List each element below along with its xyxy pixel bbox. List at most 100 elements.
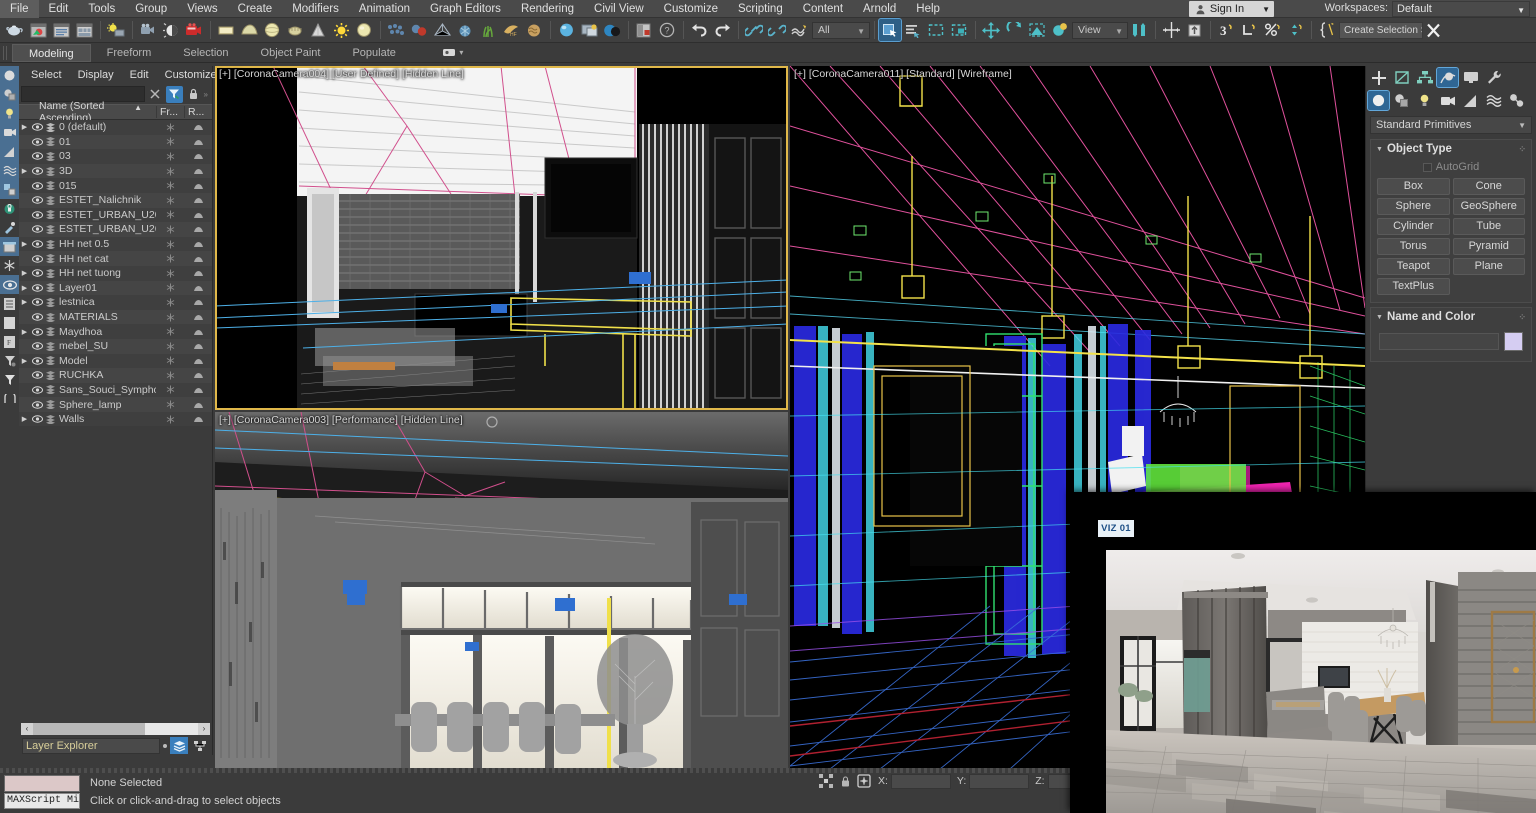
selection-lock-icon[interactable] bbox=[837, 773, 853, 789]
lock-icon[interactable] bbox=[185, 86, 202, 103]
y-coordinate-input[interactable] bbox=[969, 774, 1029, 789]
expand-triangle-icon[interactable]: ▶ bbox=[19, 284, 30, 292]
renderable-icon[interactable] bbox=[184, 211, 212, 219]
sign-in-button[interactable]: Sign In ▼ bbox=[1189, 1, 1274, 17]
window-crossing-icon[interactable] bbox=[948, 19, 970, 41]
more-options-icon[interactable]: » bbox=[204, 90, 210, 99]
scene-explorer-row[interactable]: ▶Model bbox=[19, 354, 212, 369]
container-icon[interactable] bbox=[0, 237, 19, 256]
visibility-eye-icon[interactable] bbox=[30, 211, 44, 219]
freeze-icon[interactable] bbox=[156, 225, 184, 234]
scene-explorer-row[interactable]: ▶lestnica bbox=[19, 295, 212, 310]
freeze-icon[interactable] bbox=[156, 327, 184, 336]
visibility-eye-icon[interactable] bbox=[30, 167, 44, 175]
teapot-small-icon[interactable] bbox=[284, 19, 306, 41]
object-type-header[interactable]: ▼ Object Type ⁘ bbox=[1371, 140, 1531, 158]
renderable-icon[interactable] bbox=[184, 284, 212, 292]
render-setup-icon[interactable] bbox=[27, 19, 49, 41]
freeze-icon[interactable] bbox=[156, 240, 184, 249]
scene-explorer-row[interactable]: Sans_Souci_Symphony bbox=[19, 383, 212, 398]
object-color-swatch[interactable] bbox=[1504, 332, 1523, 351]
hierarchy-tab[interactable] bbox=[1414, 68, 1435, 87]
render-frame-window[interactable]: VIZ 01 bbox=[1070, 492, 1536, 813]
name-and-color-header[interactable]: ▼ Name and Color ⁘ bbox=[1371, 308, 1531, 326]
freeze-icon[interactable] bbox=[156, 298, 184, 307]
spinner-snap-icon[interactable] bbox=[1284, 19, 1306, 41]
visibility-eye-icon[interactable] bbox=[30, 357, 44, 365]
expand-triangle-icon[interactable]: ▶ bbox=[19, 269, 30, 277]
menu-item-file[interactable]: File bbox=[0, 0, 39, 18]
menu-item-arnold[interactable]: Arnold bbox=[853, 0, 906, 18]
ribbon-tab-populate[interactable]: Populate bbox=[336, 44, 411, 62]
visibility-eye-icon[interactable] bbox=[0, 275, 19, 294]
ocean-icon[interactable] bbox=[523, 19, 545, 41]
filter-icon[interactable] bbox=[166, 86, 183, 103]
menu-item-create[interactable]: Create bbox=[228, 0, 283, 18]
help-icon[interactable]: ? bbox=[656, 19, 678, 41]
freeze-icon[interactable] bbox=[156, 400, 184, 409]
visibility-eye-icon[interactable] bbox=[30, 152, 44, 160]
renderable-icon[interactable] bbox=[184, 182, 212, 190]
redo-icon[interactable] bbox=[711, 19, 733, 41]
explorer-menu-display[interactable]: Display bbox=[70, 69, 122, 81]
freeze-icon[interactable] bbox=[156, 269, 184, 278]
visibility-eye-icon[interactable] bbox=[30, 415, 44, 423]
viewport-coronacamera003[interactable]: [+] [CoronaCamera003] [Performance] [Hid… bbox=[215, 412, 788, 769]
renderable-icon[interactable] bbox=[184, 123, 212, 131]
maxscript-mini-listener[interactable]: MAXScript Mi bbox=[4, 793, 80, 809]
teapot-icon[interactable] bbox=[4, 19, 26, 41]
systems-icon[interactable] bbox=[1506, 91, 1527, 110]
scroll-left-icon[interactable]: ‹ bbox=[21, 723, 33, 735]
freeze-icon[interactable] bbox=[156, 385, 184, 394]
geometry-icon[interactable] bbox=[1368, 91, 1389, 110]
renderable-icon[interactable] bbox=[184, 415, 212, 423]
helpers-icon[interactable] bbox=[0, 142, 19, 161]
ribbon-tab-freeform[interactable]: Freeform bbox=[91, 44, 168, 62]
freeze-icon[interactable] bbox=[156, 137, 184, 146]
ribbon-grip[interactable] bbox=[3, 46, 9, 60]
use-pivot-center-icon[interactable] bbox=[1128, 19, 1150, 41]
named-selection-sets-icon[interactable] bbox=[1316, 19, 1338, 41]
close-icon[interactable] bbox=[1423, 19, 1443, 41]
pin-icon[interactable]: ⁘ bbox=[1518, 312, 1526, 323]
create-selection-set-input[interactable]: Create Selection Se bbox=[1339, 22, 1423, 39]
visibility-eye-icon[interactable] bbox=[30, 328, 44, 336]
menu-item-modifiers[interactable]: Modifiers bbox=[282, 0, 349, 18]
renderable-icon[interactable] bbox=[184, 313, 212, 321]
scene-explorer-row[interactable]: ESTET_Nalichnik bbox=[19, 193, 212, 208]
visibility-eye-icon[interactable] bbox=[30, 284, 44, 292]
object-sphere-icon[interactable] bbox=[0, 66, 19, 85]
display-tab[interactable] bbox=[1460, 68, 1481, 87]
percent-snap-icon[interactable] bbox=[1261, 19, 1283, 41]
explorer-name-field[interactable]: Layer Explorer bbox=[22, 738, 160, 754]
object-name-input[interactable] bbox=[1379, 333, 1499, 350]
scene-explorer-row[interactable]: MATERIALS bbox=[19, 310, 212, 325]
filter-remove-icon[interactable] bbox=[0, 351, 19, 370]
pin-icon[interactable]: ⁘ bbox=[1518, 144, 1526, 155]
visibility-eye-icon[interactable] bbox=[30, 313, 44, 321]
renderable-icon[interactable] bbox=[184, 167, 212, 175]
visibility-eye-icon[interactable] bbox=[30, 298, 44, 306]
object-type-button-plane[interactable]: Plane bbox=[1453, 258, 1526, 275]
hierarchy-view-icon[interactable] bbox=[191, 737, 209, 754]
menu-item-graph-editors[interactable]: Graph Editors bbox=[420, 0, 511, 18]
scene-explorer-row[interactable]: ▶0 (default) bbox=[19, 120, 212, 135]
menu-item-animation[interactable]: Animation bbox=[349, 0, 420, 18]
mirror-icon[interactable] bbox=[1160, 19, 1182, 41]
renderable-icon[interactable] bbox=[184, 138, 212, 146]
expand-triangle-icon[interactable]: ▶ bbox=[19, 123, 30, 131]
renderable-icon[interactable] bbox=[184, 298, 212, 306]
scene-explorer-row[interactable]: mebel_SU bbox=[19, 339, 212, 354]
visibility-eye-icon[interactable] bbox=[30, 371, 44, 379]
renderable-icon[interactable] bbox=[184, 225, 212, 233]
renderable-icon[interactable] bbox=[184, 269, 212, 277]
object-type-button-cylinder[interactable]: Cylinder bbox=[1377, 218, 1450, 235]
scene-explorer-row[interactable]: Sphere_lamp bbox=[19, 397, 212, 412]
freeze-icon[interactable] bbox=[156, 210, 184, 219]
menu-item-customize[interactable]: Customize bbox=[654, 0, 728, 18]
horizontal-scrollbar[interactable]: ‹ › bbox=[19, 721, 212, 736]
renderable-icon[interactable] bbox=[184, 152, 212, 160]
visibility-eye-icon[interactable] bbox=[30, 240, 44, 248]
cameras-icon[interactable] bbox=[0, 123, 19, 142]
select-link-icon[interactable] bbox=[743, 19, 765, 41]
